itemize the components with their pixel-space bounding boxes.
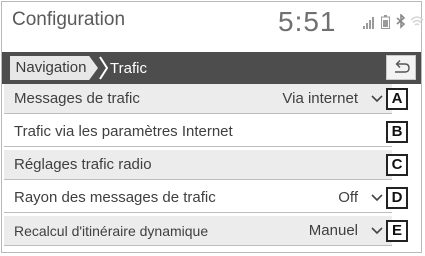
breadcrumb-parent-label: Navigation bbox=[15, 59, 87, 76]
breadcrumb-current-label: Trafic bbox=[110, 60, 147, 77]
callout-d: D bbox=[386, 187, 408, 209]
chevron-down-icon bbox=[371, 227, 383, 235]
battery-icon bbox=[381, 15, 390, 34]
clock: 5:51 bbox=[278, 6, 337, 37]
row-label: Messages de trafic bbox=[14, 90, 140, 107]
wifi-icon bbox=[410, 15, 424, 33]
row-label: Recalcul d'itinéraire dynamique bbox=[14, 223, 209, 239]
breadcrumb-navigation-button[interactable]: Navigation bbox=[10, 56, 98, 80]
row-trafic-via-internet[interactable]: Trafic via les paramètres Internet bbox=[4, 117, 392, 147]
row-value: Via internet bbox=[282, 90, 358, 107]
callout-a: A bbox=[386, 88, 408, 110]
header: Configuration 5:51 bbox=[2, 2, 424, 44]
callout-e: E bbox=[386, 220, 408, 242]
row-value: Manuel bbox=[308, 222, 358, 239]
bluetooth-icon bbox=[396, 13, 406, 34]
callout-c: C bbox=[386, 154, 408, 176]
signal-icon bbox=[363, 16, 375, 34]
row-label: Trafic via les paramètres Internet bbox=[14, 123, 233, 140]
back-button[interactable] bbox=[386, 55, 416, 80]
return-arrow-icon bbox=[395, 60, 410, 73]
breadcrumb: Navigation Trafic bbox=[2, 52, 421, 84]
row-label: Réglages trafic radio bbox=[14, 156, 152, 173]
configuration-screen: Configuration 5:51 Navigation Trafic Mes… bbox=[1, 1, 424, 253]
row-value: Off bbox=[338, 189, 358, 206]
row-recalcul-itineraire[interactable]: Recalcul d'itinéraire dynamique Manuel bbox=[4, 216, 392, 246]
row-label: Rayon des messages de trafic bbox=[14, 189, 216, 206]
chevron-down-icon bbox=[371, 194, 383, 202]
row-rayon-messages-trafic[interactable]: Rayon des messages de trafic Off bbox=[4, 183, 392, 213]
callout-b: B bbox=[386, 121, 408, 143]
chevron-down-icon bbox=[371, 95, 383, 103]
row-reglages-trafic-radio[interactable]: Réglages trafic radio bbox=[4, 150, 392, 180]
page-title: Configuration bbox=[12, 9, 126, 30]
row-messages-de-trafic[interactable]: Messages de trafic Via internet bbox=[4, 84, 392, 114]
